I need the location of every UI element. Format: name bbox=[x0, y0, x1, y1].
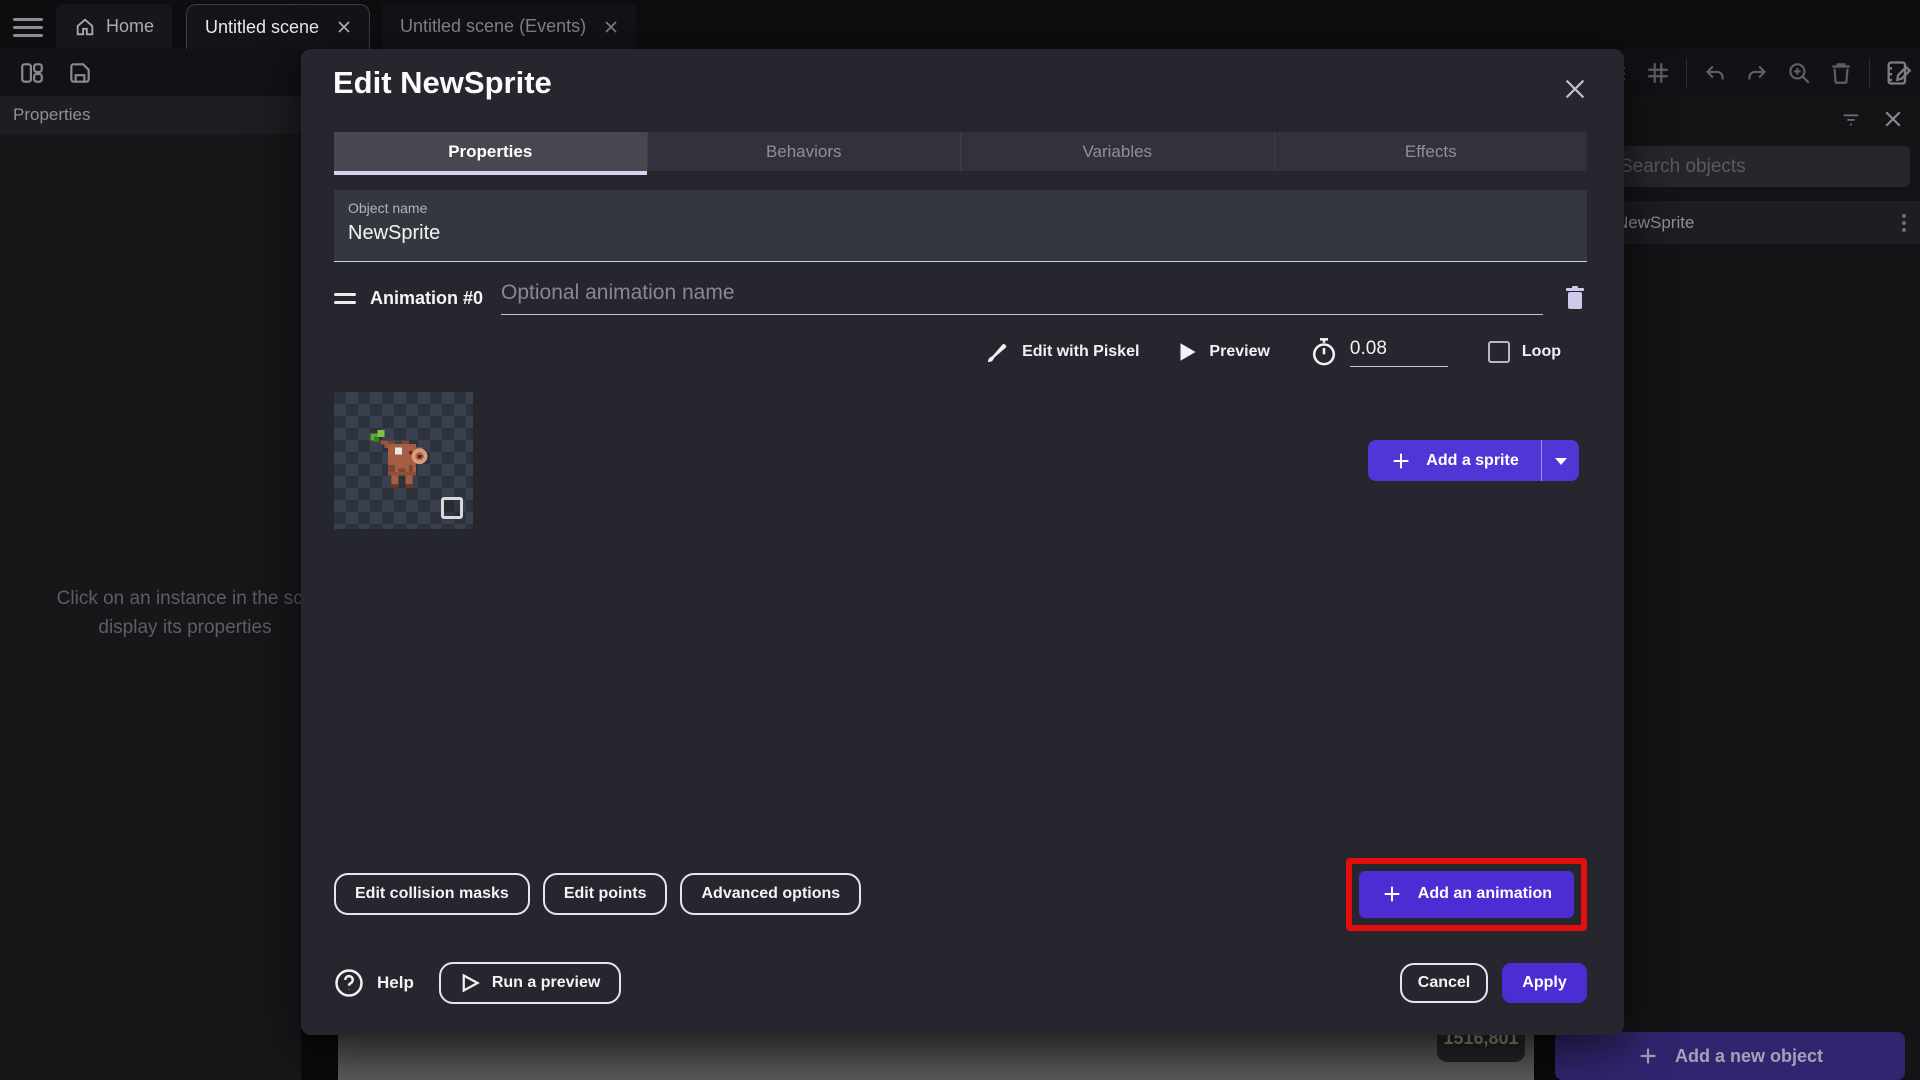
scene-canvas[interactable] bbox=[338, 1035, 1534, 1080]
edit-scene-properties-icon[interactable] bbox=[1884, 59, 1912, 87]
tab-home[interactable]: Home bbox=[56, 4, 173, 49]
apply-button[interactable]: Apply bbox=[1502, 963, 1587, 1003]
plus-icon bbox=[1393, 453, 1409, 468]
add-new-object-label: Add a new object bbox=[1674, 1045, 1824, 1066]
dialog-secondary-actions: Edit collision masks Edit points Advance… bbox=[334, 855, 1587, 933]
plus-icon bbox=[1384, 886, 1400, 902]
sprite-thumbnail-image bbox=[370, 430, 428, 488]
highlight-annotation: Add an animation bbox=[1345, 857, 1587, 931]
object-name-field: Object name bbox=[334, 190, 1587, 262]
dialog-close-icon[interactable] bbox=[1560, 74, 1590, 104]
chevron-down-icon bbox=[1554, 457, 1567, 465]
timer-icon bbox=[1310, 337, 1338, 367]
close-panel-icon[interactable] bbox=[1884, 110, 1902, 128]
delete-icon[interactable] bbox=[1827, 59, 1855, 87]
loop-checkbox[interactable] bbox=[1487, 341, 1510, 363]
top-tab-bar: Home Untitled scene Untitled scene (Even… bbox=[0, 0, 1920, 49]
toolbar-divider bbox=[1686, 58, 1687, 88]
time-between-frames-input[interactable] bbox=[1349, 337, 1448, 367]
close-tab-icon[interactable] bbox=[604, 20, 618, 34]
play-icon bbox=[1180, 343, 1196, 361]
home-icon bbox=[74, 16, 96, 38]
tab-properties[interactable]: Properties bbox=[334, 132, 647, 175]
objects-search-box bbox=[1608, 146, 1910, 187]
dialog-main-actions: Help Run a preview Cancel Apply bbox=[334, 961, 1587, 1005]
sprite-frame-thumbnail[interactable] bbox=[334, 392, 473, 529]
advanced-options-button[interactable]: Advanced options bbox=[680, 873, 862, 915]
tab-home-label: Home bbox=[106, 16, 155, 36]
zoom-in-icon[interactable] bbox=[1785, 59, 1813, 87]
tab-untitled-scene-events[interactable]: Untitled scene (Events) bbox=[382, 4, 637, 49]
objects-search-input[interactable] bbox=[1620, 155, 1898, 178]
properties-panel-title: Properties bbox=[0, 96, 301, 134]
animation-tools-row: Edit with Piskel Preview Loop bbox=[334, 330, 1587, 374]
edit-sprite-dialog: Edit NewSprite Properties Behaviors Vari… bbox=[301, 49, 1624, 1035]
edit-points-button[interactable]: Edit points bbox=[542, 873, 668, 915]
redo-icon[interactable] bbox=[1743, 59, 1771, 87]
add-sprite-label: Add a sprite bbox=[1426, 451, 1519, 469]
add-sprite-button[interactable]: Add a sprite bbox=[1368, 440, 1579, 481]
dialog-title: Edit NewSprite bbox=[333, 65, 552, 100]
filter-icon[interactable] bbox=[1840, 108, 1862, 130]
grid-icon[interactable] bbox=[1644, 59, 1672, 87]
object-name-input[interactable] bbox=[348, 222, 1573, 245]
object-name-field-label: Object name bbox=[348, 200, 428, 216]
undo-icon[interactable] bbox=[1701, 59, 1729, 87]
drag-handle-icon[interactable] bbox=[334, 288, 358, 309]
delete-animation-icon[interactable] bbox=[1563, 285, 1587, 311]
objects-panel: NewSprite bbox=[1600, 96, 1920, 1080]
cancel-button[interactable]: Cancel bbox=[1400, 963, 1488, 1003]
save-icon[interactable] bbox=[66, 59, 94, 87]
loop-label: Loop bbox=[1521, 343, 1561, 360]
close-tab-icon[interactable] bbox=[337, 20, 351, 34]
tab-effects[interactable]: Effects bbox=[1273, 132, 1588, 171]
tab-untitled-scene-label: Untitled scene bbox=[205, 16, 320, 37]
object-menu-icon[interactable] bbox=[1902, 213, 1906, 232]
edit-with-piskel-button[interactable]: Edit with Piskel bbox=[986, 340, 1139, 364]
help-icon bbox=[335, 969, 363, 997]
add-new-object-button[interactable]: Add a new object bbox=[1555, 1032, 1905, 1080]
app-root: Home Untitled scene Untitled scene (Even… bbox=[0, 0, 1920, 1080]
toolbar-divider bbox=[1869, 58, 1870, 88]
main-menu-icon[interactable] bbox=[13, 13, 43, 37]
tab-untitled-scene-events-label: Untitled scene (Events) bbox=[400, 16, 587, 36]
help-button[interactable]: Help bbox=[334, 968, 414, 998]
open-panels-icon[interactable] bbox=[18, 59, 46, 87]
frame-select-checkbox[interactable] bbox=[441, 497, 463, 519]
add-sprite-dropdown[interactable] bbox=[1541, 440, 1579, 481]
properties-panel: Properties Click on an instance in the s… bbox=[0, 96, 313, 1080]
dialog-tabs: Properties Behaviors Variables Effects bbox=[334, 132, 1588, 175]
edit-collision-masks-button[interactable]: Edit collision masks bbox=[334, 873, 530, 915]
brush-icon bbox=[988, 343, 1007, 362]
tab-untitled-scene[interactable]: Untitled scene bbox=[186, 4, 371, 49]
tab-behaviors[interactable]: Behaviors bbox=[646, 132, 961, 171]
animation-label: Animation #0 bbox=[370, 287, 484, 308]
object-list-item[interactable]: NewSprite bbox=[1600, 201, 1920, 244]
tab-variables[interactable]: Variables bbox=[960, 132, 1274, 171]
animation-name-input[interactable] bbox=[501, 281, 1543, 315]
object-name-label: NewSprite bbox=[1616, 212, 1695, 232]
plus-icon bbox=[1640, 1048, 1656, 1064]
animation-row: Animation #0 bbox=[334, 277, 1587, 319]
preview-animation-button[interactable]: Preview bbox=[1179, 342, 1270, 362]
run-preview-button[interactable]: Run a preview bbox=[438, 962, 622, 1004]
play-outline-icon bbox=[462, 973, 480, 993]
add-animation-button[interactable]: Add an animation bbox=[1358, 870, 1574, 918]
